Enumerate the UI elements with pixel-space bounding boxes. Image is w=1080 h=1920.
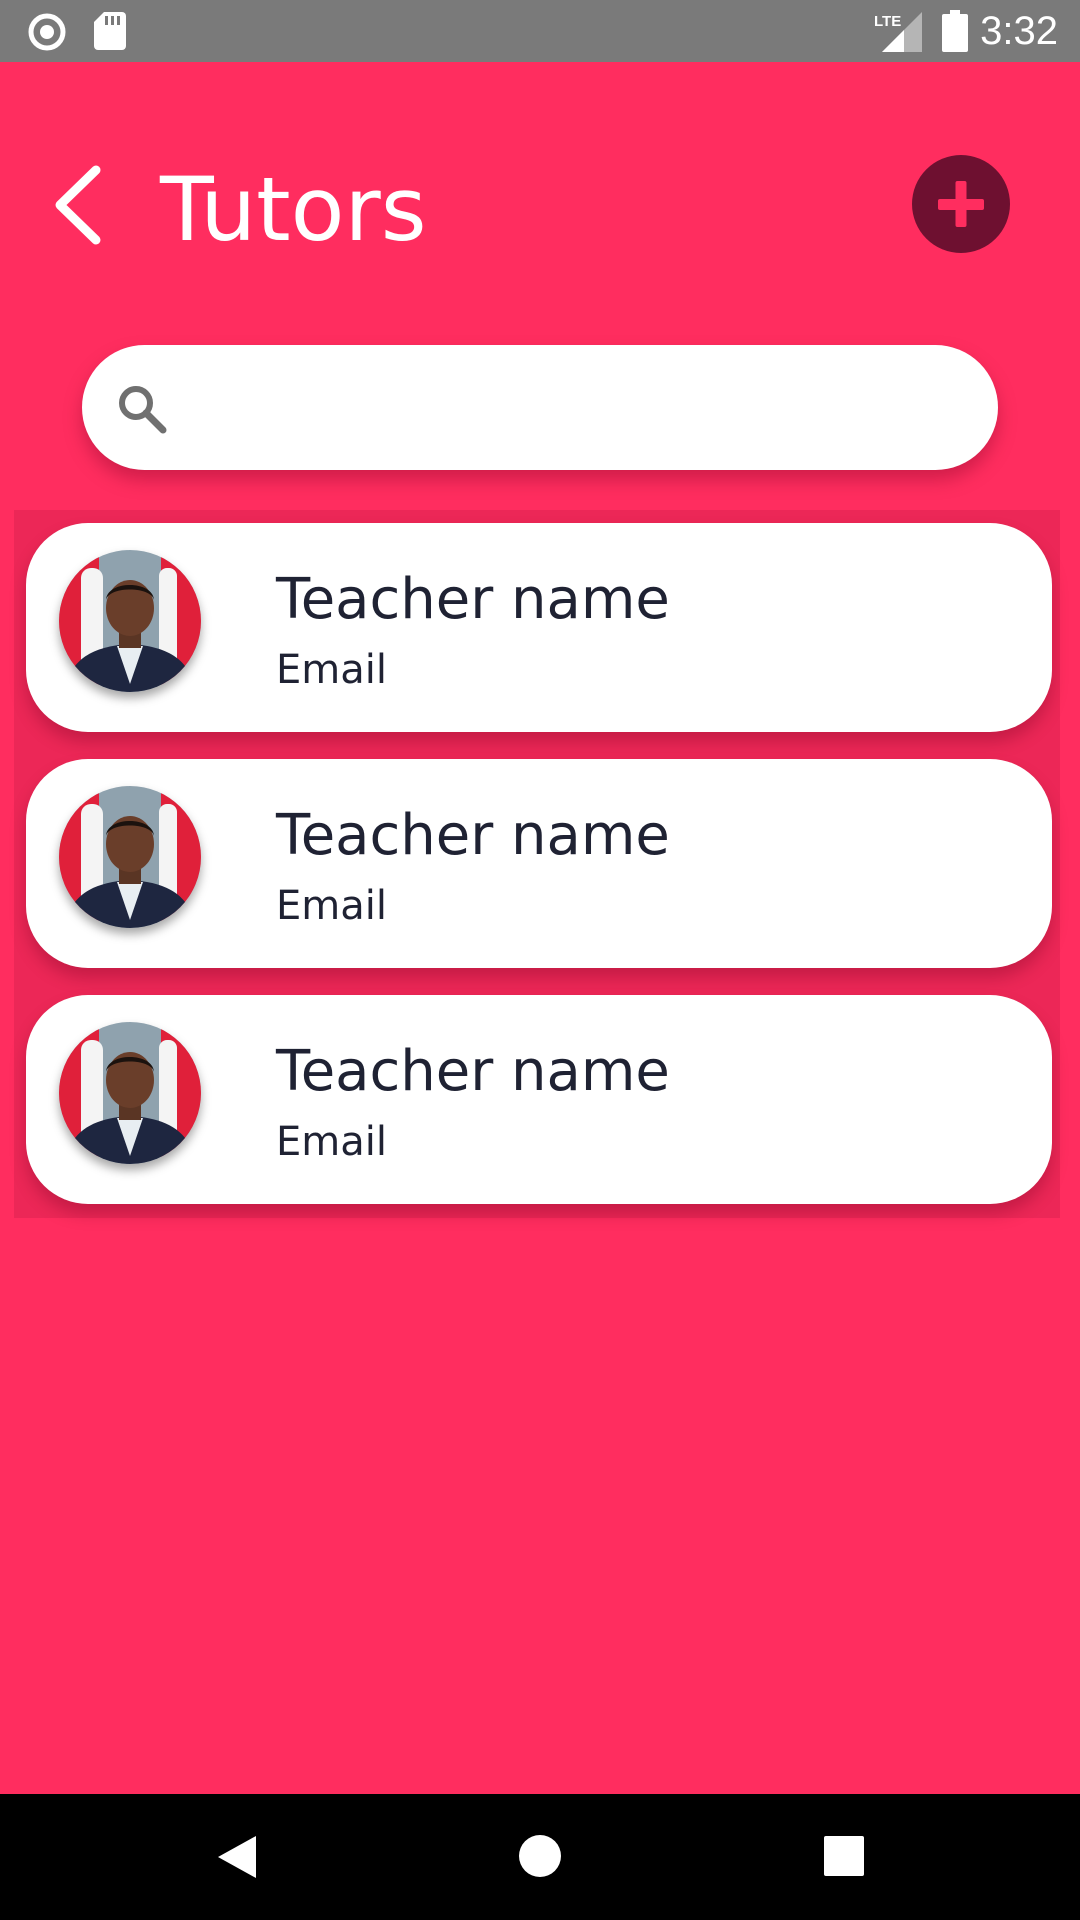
status-bar: LTE 3:32 xyxy=(0,0,1080,62)
tutor-email: Email xyxy=(276,1119,387,1165)
search-input[interactable] xyxy=(192,365,966,452)
tutor-email: Email xyxy=(276,883,387,929)
tutor-avatar xyxy=(59,550,201,692)
status-time: 3:32 xyxy=(980,9,1058,53)
nav-home-icon[interactable] xyxy=(518,1834,562,1878)
nav-recents-icon[interactable] xyxy=(824,1836,864,1876)
back-button[interactable] xyxy=(48,160,118,250)
battery-icon xyxy=(942,10,968,52)
page-title: Tutors xyxy=(160,158,427,261)
tutor-card[interactable]: Teacher name Email xyxy=(26,995,1052,1204)
tutor-name: Teacher name xyxy=(276,567,670,632)
sd-card-icon xyxy=(94,12,126,50)
search-bar[interactable] xyxy=(82,345,998,470)
network-label: LTE xyxy=(874,13,901,30)
signal-icon: LTE xyxy=(874,12,922,52)
chevron-left-icon xyxy=(55,165,101,245)
add-tutor-button[interactable] xyxy=(912,155,1010,253)
tutor-list: Teacher name Email Teacher name Email Te… xyxy=(14,510,1060,1218)
plus-icon xyxy=(938,181,984,227)
tutor-email: Email xyxy=(276,647,387,693)
record-icon xyxy=(28,13,66,51)
nav-back-icon[interactable] xyxy=(214,1834,260,1880)
tutor-name: Teacher name xyxy=(276,803,670,868)
tutor-name: Teacher name xyxy=(276,1039,670,1104)
tutor-avatar xyxy=(59,786,201,928)
tutor-card[interactable]: Teacher name Email xyxy=(26,523,1052,732)
search-icon xyxy=(119,386,167,434)
tutor-avatar xyxy=(59,1022,201,1164)
navigation-bar xyxy=(0,1794,1080,1920)
tutor-card[interactable]: Teacher name Email xyxy=(26,759,1052,968)
